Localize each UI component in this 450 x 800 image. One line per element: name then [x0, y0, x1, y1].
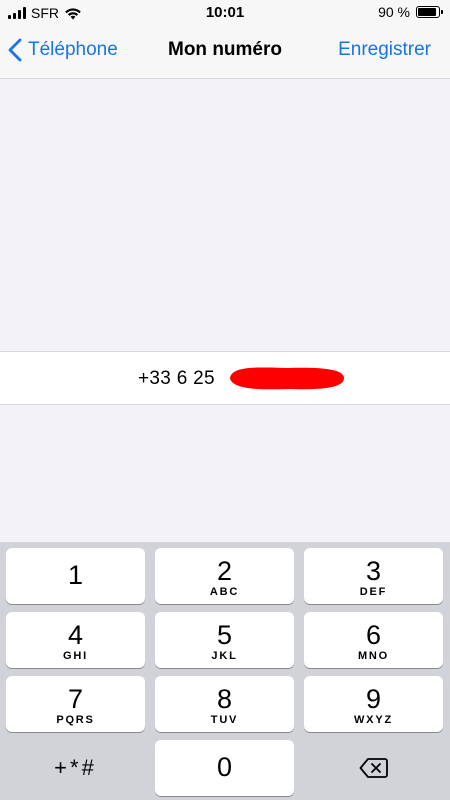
key-digit: 4	[67, 620, 84, 650]
key-digit: 0	[216, 752, 233, 782]
key-5[interactable]: 5 JKL	[155, 612, 294, 668]
redaction-scribble	[230, 367, 344, 390]
key-9[interactable]: 9 WXYZ	[304, 676, 443, 732]
key-digit: 6	[365, 620, 382, 650]
key-digit: 3	[365, 556, 382, 586]
back-button[interactable]: Téléphone	[8, 38, 118, 62]
symbols-key[interactable]: +*#	[6, 740, 145, 796]
key-6[interactable]: 6 MNO	[304, 612, 443, 668]
key-8[interactable]: 8 TUV	[155, 676, 294, 732]
key-0[interactable]: 0	[155, 740, 294, 796]
key-letters: TUV	[210, 714, 239, 726]
battery-level-fill	[418, 8, 436, 16]
key-2[interactable]: 2 ABC	[155, 548, 294, 604]
numeric-keypad: 1 2 ABC 3 DEF 4 GHI 5 JKL 6 MNO 7 PQRS 8…	[0, 542, 450, 800]
navigation-bar: Téléphone Mon numéro Enregistrer	[0, 26, 450, 79]
key-letters: PQRS	[56, 714, 95, 726]
status-right: 90 %	[378, 4, 443, 20]
backspace-icon	[359, 758, 388, 778]
key-1[interactable]: 1	[6, 548, 145, 604]
battery-percent: 90 %	[378, 4, 410, 20]
key-digit: 8	[216, 684, 233, 714]
key-letters: GHI	[63, 650, 88, 662]
key-3[interactable]: 3 DEF	[304, 548, 443, 604]
key-letters: MNO	[357, 650, 390, 662]
delete-key[interactable]	[304, 740, 443, 796]
key-4[interactable]: 4 GHI	[6, 612, 145, 668]
chevron-left-icon	[8, 38, 22, 62]
key-digit: 1	[67, 560, 84, 590]
key-letters: JKL	[211, 650, 238, 662]
back-button-label: Téléphone	[28, 39, 118, 60]
key-digit: 7	[67, 684, 84, 714]
phone-number-field[interactable]: +33 6 25	[0, 351, 450, 405]
save-button[interactable]: Enregistrer	[338, 39, 431, 61]
key-letters: ABC	[209, 586, 240, 598]
key-7[interactable]: 7 PQRS	[6, 676, 145, 732]
key-digit: 2	[216, 556, 233, 586]
battery-icon	[416, 6, 443, 18]
status-bar: SFR 10:01 90 %	[0, 0, 450, 26]
key-digit: 5	[216, 620, 233, 650]
key-letters: WXYZ	[354, 714, 393, 726]
key-digit: 9	[365, 684, 382, 714]
phone-number-value: +33 6 25	[138, 368, 215, 389]
key-letters: DEF	[359, 586, 388, 598]
